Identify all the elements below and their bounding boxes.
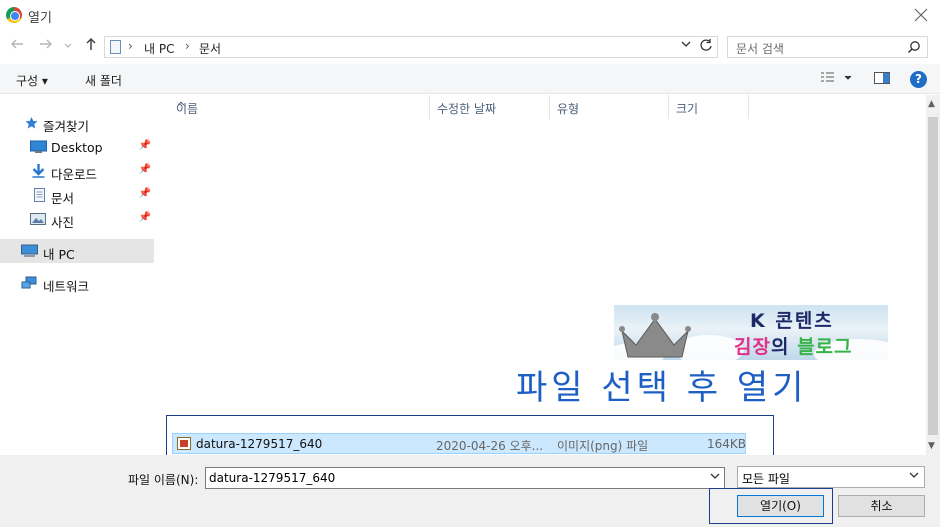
search-placeholder: 문서 검색: [736, 42, 784, 56]
up-button[interactable]: [82, 37, 100, 55]
pin-icon: 📌: [138, 164, 151, 175]
view-list-icon: [821, 72, 852, 82]
address-bar[interactable]: › 내 PC › 문서: [104, 36, 718, 58]
star-icon: [25, 117, 38, 129]
column-header-type[interactable]: 유형: [550, 95, 669, 119]
recent-locations-button[interactable]: [62, 37, 74, 55]
column-modified-label: 수정한 날짜: [437, 102, 497, 116]
column-size-label: 크기: [676, 102, 699, 116]
file-type-filter-value: 모든 파일: [742, 472, 790, 486]
help-button[interactable]: ?: [910, 71, 927, 88]
sidebar-item-desktop[interactable]: Desktop 📌: [0, 135, 154, 159]
view-options-button[interactable]: [820, 71, 854, 88]
column-header-name[interactable]: 이름 ^: [169, 95, 430, 119]
preview-pane-button[interactable]: [874, 71, 891, 88]
watermark-banner: K 콘텐츠 김장의 블로그: [614, 305, 888, 360]
filename-field[interactable]: [209, 470, 699, 486]
document-icon: [34, 188, 45, 202]
pin-icon: 📌: [138, 140, 151, 151]
chevron-down-icon: [909, 472, 919, 478]
search-icon: [907, 41, 920, 54]
preview-pane-icon: [874, 72, 890, 84]
refresh-icon: [700, 39, 712, 51]
sidebar-item-my-pc[interactable]: 내 PC: [0, 239, 154, 263]
chevron-down-icon: [64, 43, 72, 48]
arrow-right-icon: [40, 39, 52, 49]
command-bar: 구성 ▾ 새 폴더: [0, 64, 940, 94]
desktop-icon: [30, 140, 47, 153]
sidebar-item-label: 내 PC: [43, 247, 75, 262]
back-button[interactable]: [8, 37, 26, 55]
sidebar-item-downloads[interactable]: 다운로드 📌: [0, 159, 154, 183]
sidebar-item-documents[interactable]: 문서 📌: [0, 183, 154, 207]
close-icon: [914, 8, 928, 22]
arrow-up-icon: [86, 37, 96, 50]
crown-icon: [619, 313, 691, 358]
navigation-pane: 즐겨찾기 Desktop 📌 다운로드 📌 문서 📌 사진 📌 내 PC 네트워…: [0, 95, 157, 455]
computer-icon: [21, 244, 38, 257]
forward-button[interactable]: [37, 37, 55, 55]
chevron-down-icon: [681, 41, 691, 47]
vertical-scrollbar[interactable]: ▲ ▼: [926, 95, 940, 455]
chrome-icon: [6, 7, 22, 23]
network-icon: [21, 276, 37, 289]
scroll-thumb[interactable]: [928, 117, 938, 435]
scroll-up-icon[interactable]: ▲: [928, 99, 935, 109]
filename-dropdown[interactable]: [710, 471, 720, 484]
banner-subtitle: 김장의 블로그: [734, 336, 853, 358]
breadcrumb-my-pc[interactable]: 내 PC: [144, 40, 174, 57]
document-folder-icon: [110, 40, 121, 54]
picture-icon: [30, 213, 46, 225]
download-icon: [32, 164, 45, 178]
scroll-down-icon[interactable]: ▼: [928, 441, 935, 451]
chevron-down-icon: [710, 473, 720, 479]
sidebar-item-favorites[interactable]: 즐겨찾기: [0, 111, 154, 135]
title-bar: 열기: [0, 0, 940, 30]
new-folder-button[interactable]: 새 폴더: [85, 72, 122, 89]
arrow-left-icon: [11, 39, 23, 49]
cancel-button[interactable]: 취소: [838, 495, 925, 517]
sort-ascending-icon: ^: [176, 100, 187, 114]
search-box[interactable]: 문서 검색: [727, 36, 928, 58]
sidebar-item-pictures[interactable]: 사진 📌: [0, 207, 154, 231]
sidebar-item-label: 사진: [51, 215, 75, 230]
file-type-filter[interactable]: 모든 파일: [737, 466, 925, 488]
organize-button[interactable]: 구성 ▾: [16, 72, 48, 89]
column-header-modified[interactable]: 수정한 날짜: [430, 95, 550, 119]
pin-icon: 📌: [138, 212, 151, 223]
window-title: 열기: [28, 11, 52, 26]
sidebar-item-label: 문서: [51, 191, 75, 206]
filename-combo[interactable]: [205, 467, 725, 489]
instruction-caption: 파일 선택 후 열기: [516, 368, 808, 408]
filename-label: 파일 이름(N):: [128, 473, 199, 487]
sidebar-item-label: 네트워크: [43, 279, 90, 294]
sidebar-item-label: 즐겨찾기: [43, 119, 90, 134]
close-button[interactable]: [910, 4, 932, 26]
column-header-size[interactable]: 크기: [669, 95, 749, 119]
filter-dropdown[interactable]: [909, 470, 919, 483]
breadcrumb-separator: ›: [128, 39, 133, 53]
sidebar-item-label: Desktop: [51, 140, 103, 155]
open-file-dialog: 열기 › 내 PC › 문서 문서 검색 구성 ▾ 새 폴더 ? 즐겨찾기 De…: [0, 0, 940, 527]
breadcrumb-separator: ›: [185, 39, 190, 53]
sidebar-item-label: 다운로드: [51, 167, 98, 182]
pin-icon: 📌: [138, 188, 151, 199]
refresh-button[interactable]: [699, 38, 713, 56]
address-dropdown[interactable]: [681, 39, 691, 52]
sidebar-item-network[interactable]: 네트워크: [0, 271, 154, 295]
banner-title: K 콘텐츠: [750, 310, 834, 332]
open-button-highlight-annotation: [709, 488, 833, 524]
breadcrumb-documents[interactable]: 문서: [199, 40, 221, 57]
column-type-label: 유형: [557, 102, 580, 116]
